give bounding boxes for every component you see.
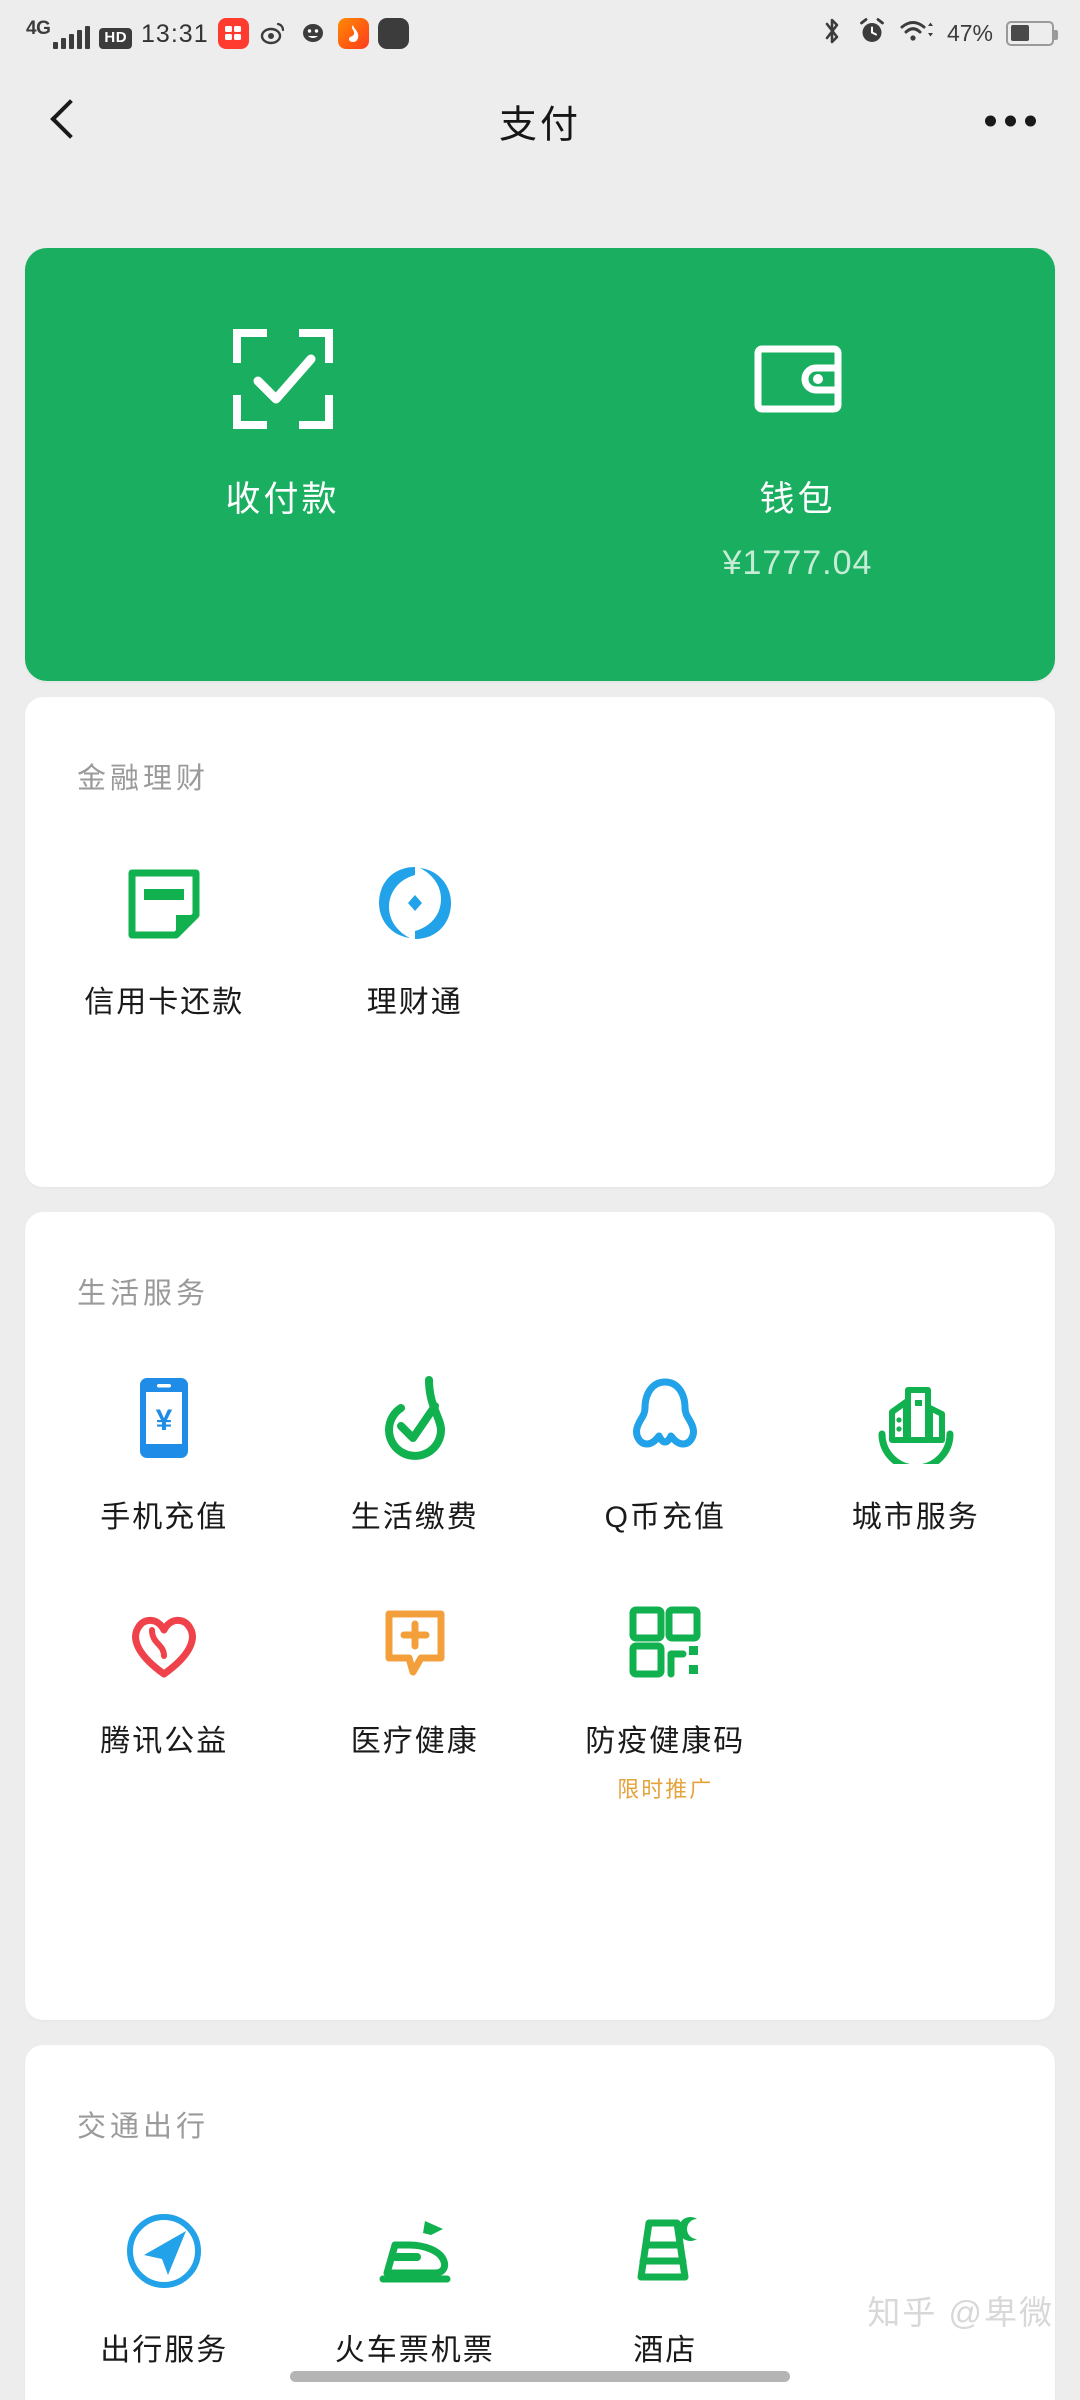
hero-item-label: 钱包 — [759, 480, 836, 519]
section-grid: 信用卡还款 理财通 — [25, 797, 1055, 1021]
tile-city-service[interactable]: 城市服务 — [791, 1312, 1042, 1536]
hd-icon: HD — [99, 28, 133, 49]
tile-label: 理财通 — [366, 986, 463, 1019]
tile-licaitong[interactable]: 理财通 — [290, 797, 541, 1021]
tile-tencent-charity[interactable]: 腾讯公益 — [39, 1536, 290, 1804]
tile-label: 腾讯公益 — [100, 1725, 229, 1758]
medical-health-icon — [367, 1594, 463, 1690]
alarm-icon — [857, 16, 887, 51]
app-orange-icon — [337, 17, 369, 49]
kuaishou-icon — [217, 17, 249, 49]
licaitong-icon — [367, 855, 463, 951]
section-card-life-services: 生活服务 ¥ 手机充值 生活缴费 Q币充值 城市服务 腾讯公益 医疗健康 防疫健… — [25, 1212, 1055, 2020]
tile-travel-service[interactable]: 出行服务 — [39, 2145, 290, 2369]
pay-hero-card: 收付款 钱包 ¥1777.04 — [25, 248, 1055, 681]
tile-utility-bills[interactable]: 生活缴费 — [290, 1312, 541, 1536]
section-grid: ¥ 手机充值 生活缴费 Q币充值 城市服务 腾讯公益 医疗健康 防疫健康码 限时… — [25, 1312, 1055, 1804]
tile-hotel[interactable]: 酒店 — [540, 2145, 791, 2369]
tile-label: 医疗健康 — [350, 1725, 479, 1758]
tile-label: 生活缴费 — [350, 1501, 479, 1534]
hotel-bed-icon — [617, 2203, 713, 2299]
face-icon — [298, 18, 329, 49]
train-plane-icon — [367, 2203, 463, 2299]
payment-screen: 4G HD 13:31 47% 支付 收付款 钱包 ¥1777.04 金融理财 … — [0, 0, 1080, 2400]
tile-label: 手机充值 — [100, 1501, 229, 1534]
weibo-icon — [258, 18, 289, 49]
tile-label: 出行服务 — [100, 2334, 229, 2367]
bluetooth-icon — [820, 16, 844, 51]
page-title: 支付 — [498, 104, 581, 147]
status-bar: 4G HD 13:31 47% — [0, 0, 1080, 66]
tile-mobile-topup[interactable]: ¥ 手机充值 — [39, 1312, 290, 1536]
city-service-icon — [868, 1370, 964, 1466]
tile-label: 火车票机票 — [334, 2334, 495, 2367]
section-card-finance: 金融理财 信用卡还款 理财通 — [25, 697, 1055, 1187]
tile-label: 城市服务 — [851, 1501, 980, 1534]
signal-bars-icon — [53, 25, 91, 49]
credit-card-repay-icon — [116, 855, 212, 951]
hero-item-label: 收付款 — [225, 480, 340, 519]
section-title: 金融理财 — [77, 763, 210, 795]
tile-label: 酒店 — [633, 2334, 698, 2367]
hero-item-wallet[interactable]: 钱包 ¥1777.04 — [540, 248, 1055, 681]
qcoin-penguin-icon — [617, 1370, 713, 1466]
wifi-icon — [900, 17, 934, 50]
nav-bar: 支付 — [0, 66, 1080, 176]
zhihu-watermark: 知乎 @卑微 — [867, 2294, 1054, 2331]
home-indicator[interactable] — [290, 2371, 790, 2382]
tile-credit-card-repay[interactable]: 信用卡还款 — [39, 797, 290, 1021]
network-type-label: 4G — [26, 17, 51, 39]
tile-label: Q币充值 — [604, 1501, 726, 1534]
tile-health-qr-code[interactable]: 防疫健康码 限时推广 — [540, 1536, 791, 1804]
more-options-button[interactable] — [985, 115, 1036, 127]
hero-item-scan-pay[interactable]: 收付款 — [25, 248, 540, 681]
tile-label: 防疫健康码 — [585, 1725, 746, 1758]
promo-badge: 限时推广 — [617, 1777, 714, 1802]
navigation-arrow-icon — [116, 2203, 212, 2299]
scan-pay-icon — [227, 323, 339, 435]
tile-medical-health[interactable]: 医疗健康 — [290, 1536, 541, 1804]
app-dark-icon — [377, 17, 409, 49]
wallet-balance: ¥1777.04 — [722, 544, 873, 582]
tile-label: 信用卡还款 — [84, 986, 245, 1019]
section-title: 生活服务 — [77, 1278, 210, 1310]
charity-heart-icon — [116, 1594, 212, 1690]
mobile-topup-icon: ¥ — [116, 1370, 212, 1466]
wallet-icon — [746, 323, 850, 435]
section-title: 交通出行 — [77, 2111, 210, 2143]
battery-icon — [1006, 20, 1058, 46]
section-card-travel: 交通出行 出行服务 火车票机票 酒店 — [25, 2045, 1055, 2400]
tile-train-plane-tickets[interactable]: 火车票机票 — [290, 2145, 541, 2369]
health-qr-code-icon — [617, 1594, 713, 1690]
utility-bills-icon — [367, 1370, 463, 1466]
clock-label: 13:31 — [141, 19, 209, 48]
section-grid: 出行服务 火车票机票 酒店 — [25, 2145, 1055, 2369]
tile-qcoin-topup[interactable]: Q币充值 — [540, 1312, 791, 1536]
battery-percent-label: 47% — [946, 19, 993, 46]
svg-text:¥: ¥ — [156, 1404, 173, 1437]
